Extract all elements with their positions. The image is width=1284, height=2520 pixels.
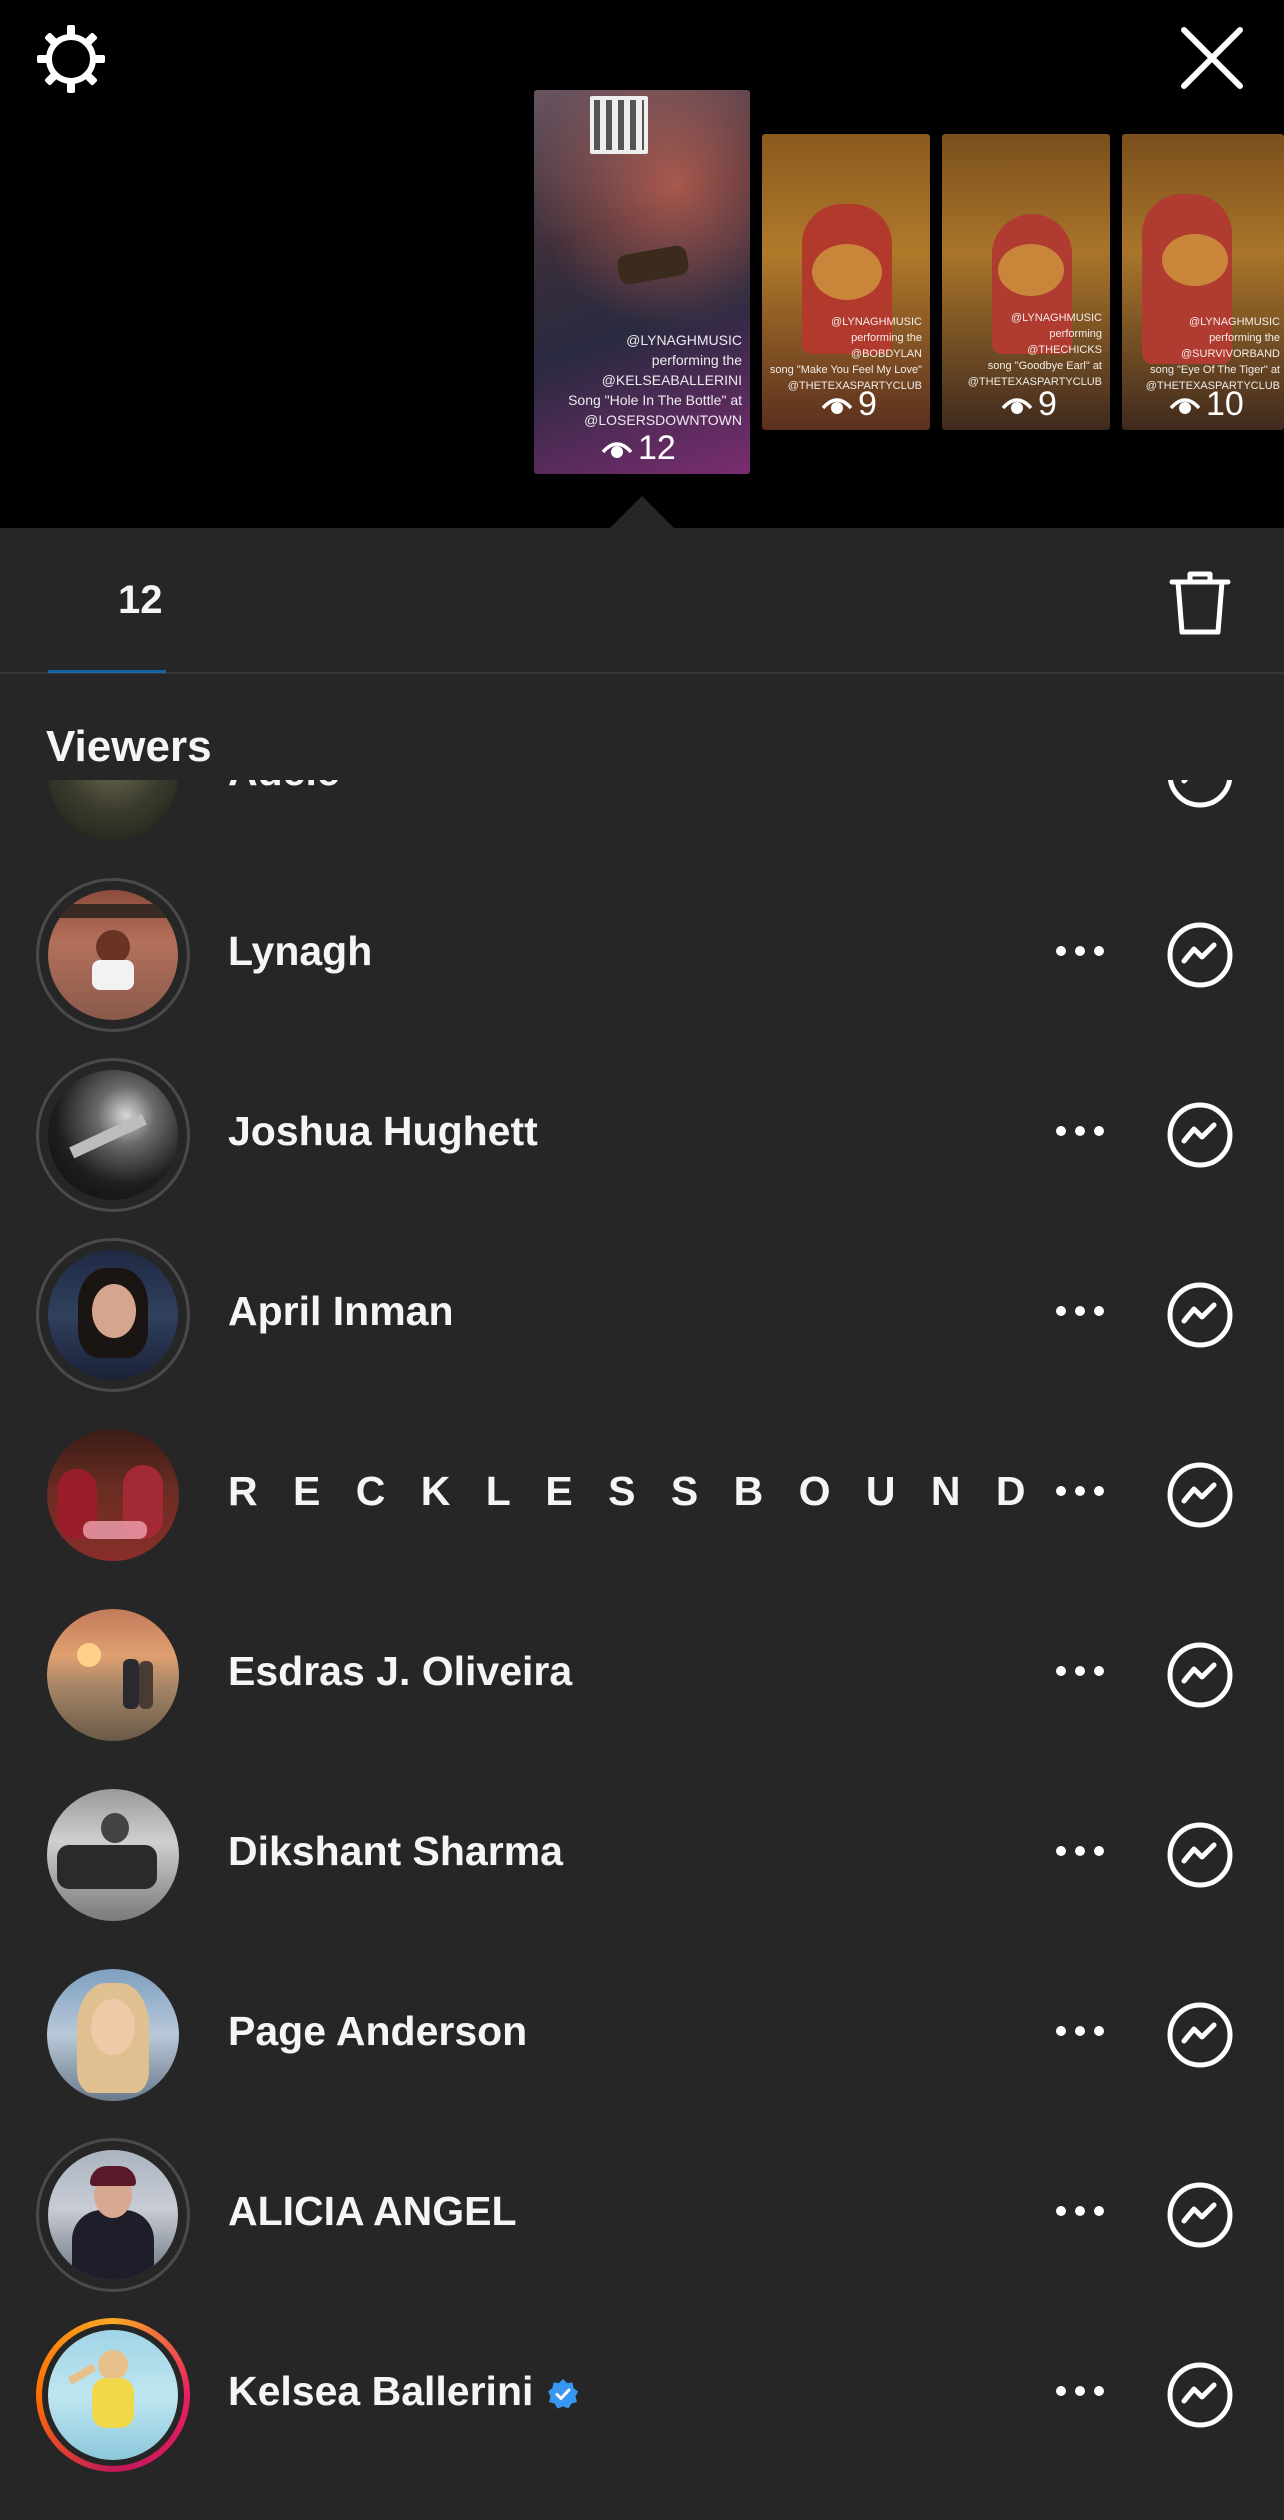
story-strip: @LYNAGHMUSIC performing the @KELSEABALLE… [0,0,1284,530]
story-caption: @LYNAGHMUSIC performing the @SURVIVORBAN… [1145,316,1280,392]
avatar[interactable] [36,1418,190,1572]
story-caption: @LYNAGHMUSIC performing @THECHICKS song … [967,312,1102,388]
avatar[interactable] [36,1238,190,1392]
viewers-list: Adele Lynagh Joshua Hughett [0,780,1284,2520]
viewer-name[interactable]: Page Anderson [228,2008,527,2055]
gear-icon[interactable] [34,22,108,96]
eye-icon [601,441,633,458]
more-options-icon[interactable] [1054,2204,1106,2218]
avatar[interactable] [36,878,190,1032]
avatar[interactable] [36,1778,190,1932]
story-caption: @LYNAGHMUSIC performing the @BOBDYLAN so… [769,316,922,392]
close-icon[interactable] [1176,22,1248,94]
eye-icon [1001,397,1033,414]
more-options-icon[interactable] [1054,2024,1106,2038]
eye-icon [821,397,853,414]
more-options-icon[interactable] [1054,1304,1106,1318]
list-item[interactable]: ALICIA ANGEL [0,2128,1284,2308]
more-options-icon[interactable] [1054,1484,1106,1498]
story-thumbnail[interactable]: @LYNAGHMUSIC performing the @BOBDYLAN so… [762,134,930,430]
viewer-name[interactable]: Adele [228,780,340,795]
viewer-name[interactable]: April Inman [228,1288,454,1335]
verified-badge-icon [548,2379,579,2409]
views-tab-indicator [48,670,166,673]
list-item[interactable]: Lynagh [0,868,1284,1048]
messenger-icon[interactable] [1166,1641,1234,1709]
more-options-icon[interactable] [1054,2384,1106,2398]
avatar[interactable] [36,1598,190,1752]
story-view-count: 9 [1000,385,1057,424]
list-item[interactable]: Kelsea Ballerini [0,2308,1284,2488]
messenger-icon[interactable] [1166,1821,1234,1889]
eye-icon [1169,397,1201,414]
avatar[interactable] [36,1958,190,2112]
viewer-name[interactable]: R E C K L E S S B O U N D [228,1468,1038,1515]
messenger-icon[interactable] [1166,921,1234,989]
list-item[interactable]: Esdras J. Oliveira [0,1588,1284,1768]
messenger-icon[interactable] [1166,1281,1234,1349]
story-view-count: 9 [820,385,877,424]
stats-bar [0,528,1284,674]
viewer-name[interactable]: Lynagh [228,928,372,975]
more-options-icon[interactable] [1054,1664,1106,1678]
selected-story-pointer [608,496,676,530]
avatar[interactable] [36,2138,190,2292]
list-item[interactable]: R E C K L E S S B O U N D [0,1408,1284,1588]
viewers-heading: Viewers [46,722,212,771]
list-item[interactable]: Dikshant Sharma [0,1768,1284,1948]
messenger-icon[interactable] [1166,780,1234,809]
story-thumbnail[interactable]: @LYNAGHMUSIC performing the @KELSEABALLE… [534,90,750,474]
viewer-name-text[interactable]: Kelsea Ballerini [228,2368,533,2414]
view-count[interactable]: 12 [118,578,163,623]
avatar[interactable] [36,780,190,852]
list-item[interactable]: April Inman [0,1228,1284,1408]
messenger-icon[interactable] [1166,2181,1234,2249]
story-thumbnail[interactable]: @LYNAGHMUSIC performing the @SURVIVORBAN… [1122,134,1284,430]
avatar[interactable] [36,2318,190,2472]
story-view-count: 10 [1168,385,1244,424]
messenger-icon[interactable] [1166,1461,1234,1529]
viewer-name[interactable]: Dikshant Sharma [228,1828,563,1875]
more-options-icon[interactable] [1054,1124,1106,1138]
list-item[interactable]: Joshua Hughett [0,1048,1284,1228]
avatar[interactable] [36,1058,190,1212]
story-view-count: 12 [600,429,676,468]
messenger-icon[interactable] [1166,1101,1234,1169]
story-caption: @LYNAGHMUSIC performing the @KELSEABALLE… [568,332,742,428]
viewer-name[interactable]: Esdras J. Oliveira [228,1648,572,1695]
list-item[interactable]: Adele [0,780,1284,868]
list-item[interactable]: Page Anderson [0,1948,1284,2128]
story-thumbnail[interactable]: @LYNAGHMUSIC performing @THECHICKS song … [942,134,1110,430]
viewer-name[interactable]: Joshua Hughett [228,1108,538,1155]
more-options-icon[interactable] [1054,1844,1106,1858]
messenger-icon[interactable] [1166,2361,1234,2429]
trash-icon[interactable] [1168,568,1232,638]
viewer-name[interactable]: ALICIA ANGEL [228,2188,517,2235]
viewer-name[interactable]: Kelsea Ballerini [228,2368,579,2415]
messenger-icon[interactable] [1166,2001,1234,2069]
more-options-icon[interactable] [1054,944,1106,958]
